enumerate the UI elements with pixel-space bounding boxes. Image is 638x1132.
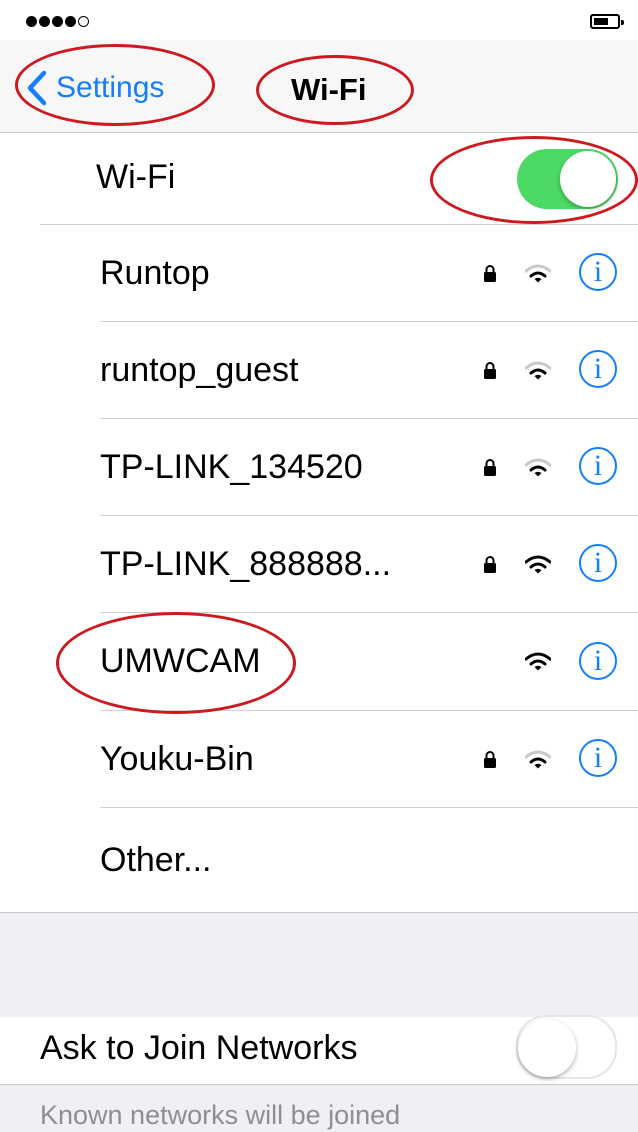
network-row[interactable]: TP-LINK_134520 i [0,419,638,515]
network-row[interactable]: Runtop i [0,225,638,321]
info-icon[interactable]: i [579,642,617,680]
wifi-signal-icon [525,264,551,283]
lock-icon [484,265,496,282]
info-icon[interactable]: i [579,350,617,388]
battery-icon [590,14,624,29]
network-name: TP-LINK_888888... [100,545,392,583]
info-icon[interactable]: i [579,544,617,582]
wifi-signal-icon [525,361,551,380]
network-row[interactable]: runtop_guest i [0,322,638,418]
network-row[interactable]: Youku-Bin i [0,711,638,807]
ask-to-join-label: Ask to Join Networks [40,1029,358,1067]
network-name: Youku-Bin [100,740,254,778]
network-name: TP-LINK_134520 [100,448,363,486]
toggle-knob [518,1019,576,1077]
other-network-label: Other... [100,841,212,879]
lock-icon [484,362,496,379]
wifi-signal-icon [525,750,551,769]
lock-icon [484,459,496,476]
network-row[interactable]: UMWCAM i [0,613,638,710]
info-icon[interactable]: i [579,739,617,777]
toggle-knob [560,151,616,207]
wifi-toggle-label: Wi-Fi [96,158,176,196]
info-icon[interactable]: i [579,447,617,485]
network-name: Runtop [100,254,210,292]
network-name: UMWCAM [100,642,261,680]
wifi-signal-icon [525,458,551,477]
chevron-left-icon [27,70,47,106]
lock-icon [484,751,496,768]
lock-icon [484,556,496,573]
network-row[interactable]: TP-LINK_888888... i [0,516,638,612]
info-icon[interactable]: i [579,253,617,291]
wifi-signal-icon [525,555,551,574]
network-name: runtop_guest [100,351,299,389]
footer-text: Known networks will be joined [40,1100,401,1130]
other-network-row[interactable]: Other... [0,808,638,911]
page-title: Wi-Fi [291,72,367,107]
cell-signal-icon [26,16,89,27]
wifi-toggle-switch[interactable] [517,149,618,209]
back-button-label: Settings [56,71,165,104]
section-separator [0,912,638,1018]
ask-to-join-row: Ask to Join Networks [0,1015,638,1083]
ask-to-join-switch[interactable] [516,1015,617,1079]
wifi-signal-icon [525,652,551,671]
back-button[interactable]: Settings [26,70,164,106]
wifi-toggle-row: Wi-Fi [0,133,638,223]
